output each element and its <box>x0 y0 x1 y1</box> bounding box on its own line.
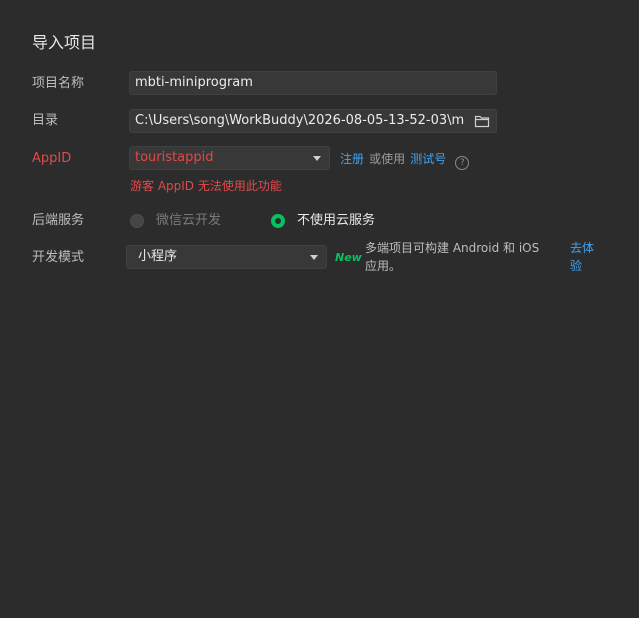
radio-no-cloud-label[interactable]: 不使用云服务 <box>297 212 375 230</box>
dialog-title: 导入项目 <box>32 33 97 52</box>
appid-label: AppID <box>32 151 72 166</box>
radio-wechat-cloud-label[interactable]: 微信云开发 <box>156 212 221 230</box>
project-name-value: mbti-miniprogram <box>135 75 253 90</box>
new-badge: New <box>335 251 362 264</box>
help-icon[interactable]: ? <box>455 156 470 170</box>
dev-mode-select[interactable]: 小程序 <box>126 245 327 269</box>
backend-service-label: 后端服务 <box>32 213 85 228</box>
folder-icon[interactable] <box>474 114 490 128</box>
register-link[interactable]: 注册 <box>340 152 364 166</box>
chevron-down-icon <box>313 156 321 161</box>
appid-error-message: 游客 AppID 无法使用此功能 <box>130 179 282 193</box>
directory-label: 目录 <box>32 113 59 128</box>
dev-mode-label: 开发模式 <box>32 250 85 265</box>
test-account-link[interactable]: 测试号 <box>410 152 446 166</box>
appid-select[interactable]: touristappid <box>129 146 330 170</box>
directory-input[interactable]: C:\Users\song\WorkBuddy\2026-08-05-13-52… <box>129 109 497 133</box>
dev-mode-selected-value: 小程序 <box>138 249 178 264</box>
appid-actions: 注册 或使用 测试号 ? <box>340 150 470 170</box>
directory-value: C:\Users\song\WorkBuddy\2026-08-05-13-52… <box>135 113 465 128</box>
radio-wechat-cloud[interactable] <box>130 214 144 228</box>
or-use-text: 或使用 <box>369 152 406 166</box>
project-name-input[interactable]: mbti-miniprogram <box>129 71 497 95</box>
import-project-dialog: 导入项目 项目名称 mbti-miniprogram 目录 C:\Users\s… <box>0 0 639 618</box>
appid-selected-value: touristappid <box>135 150 214 165</box>
try-it-link[interactable]: 去体验 <box>570 239 598 275</box>
radio-no-cloud[interactable] <box>271 214 285 228</box>
chevron-down-icon <box>310 255 318 260</box>
multi-platform-tip: 多端项目可构建 Android 和 iOS 应用。 <box>365 241 540 273</box>
project-name-label: 项目名称 <box>32 76 85 91</box>
